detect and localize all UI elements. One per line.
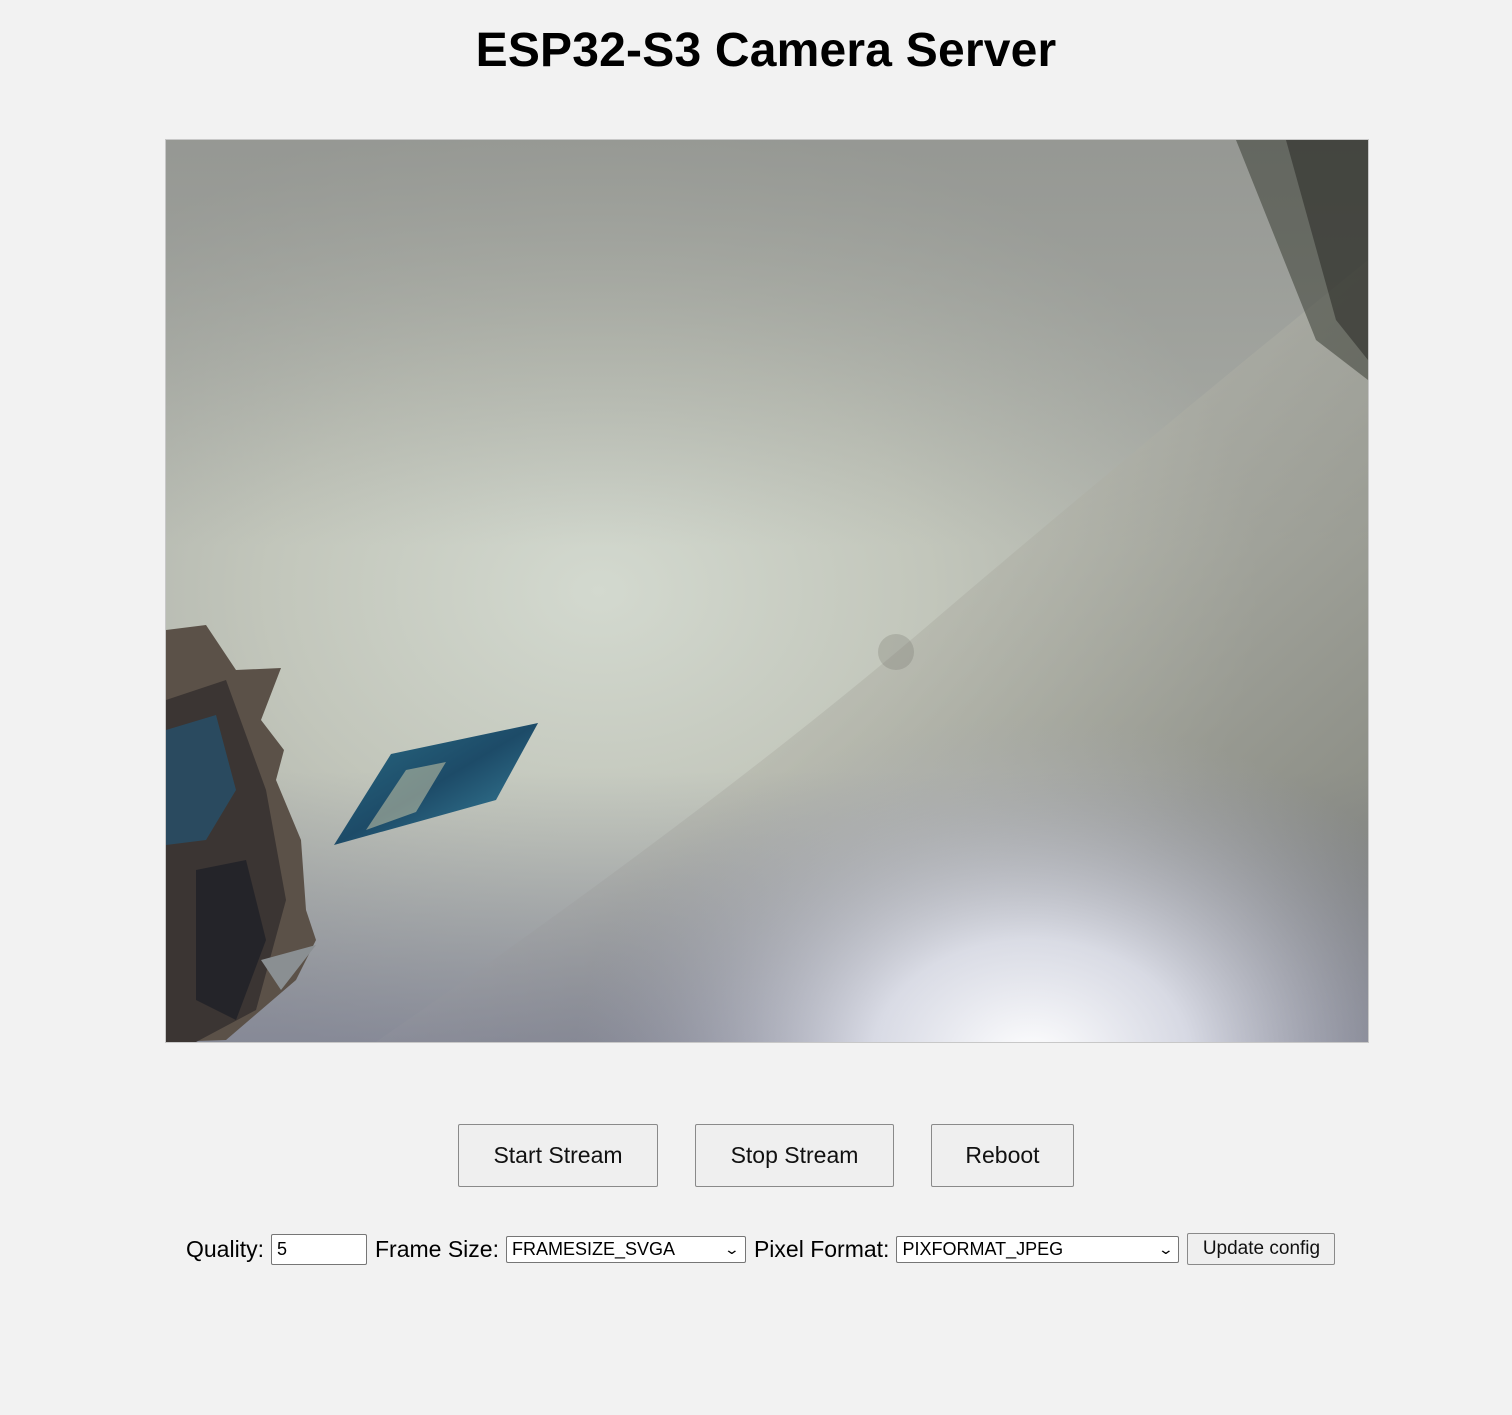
camera-server-page: ESP32-S3 Camera Server Start Stream Stop… <box>0 0 1512 1415</box>
config-form: Quality: Frame Size: FRAMESIZE_SVGA ⌄ Pi… <box>186 1232 1336 1266</box>
frame-size-label: Frame Size: <box>374 1235 499 1262</box>
reboot-button[interactable]: Reboot <box>931 1124 1074 1187</box>
stop-stream-button[interactable]: Stop Stream <box>695 1124 894 1187</box>
chevron-down-icon: ⌄ <box>1157 1240 1174 1257</box>
chevron-down-icon: ⌄ <box>723 1240 741 1257</box>
start-stream-button[interactable]: Start Stream <box>458 1124 658 1187</box>
frame-size-select[interactable]: FRAMESIZE_SVGA ⌄ <box>505 1235 746 1263</box>
camera-stream-image <box>165 139 1369 1043</box>
update-config-button[interactable]: Update config <box>1187 1233 1336 1265</box>
quality-input[interactable] <box>270 1233 367 1265</box>
pixel-format-value: PIXFORMAT_JPEG <box>902 1238 1064 1259</box>
quality-label: Quality: <box>186 1235 264 1262</box>
pixel-format-select[interactable]: PIXFORMAT_JPEG ⌄ <box>896 1235 1180 1263</box>
frame-size-value: FRAMESIZE_SVGA <box>511 1238 676 1259</box>
page-title: ESP32-S3 Camera Server <box>475 24 1057 77</box>
pixel-format-label: Pixel Format: <box>753 1235 890 1262</box>
